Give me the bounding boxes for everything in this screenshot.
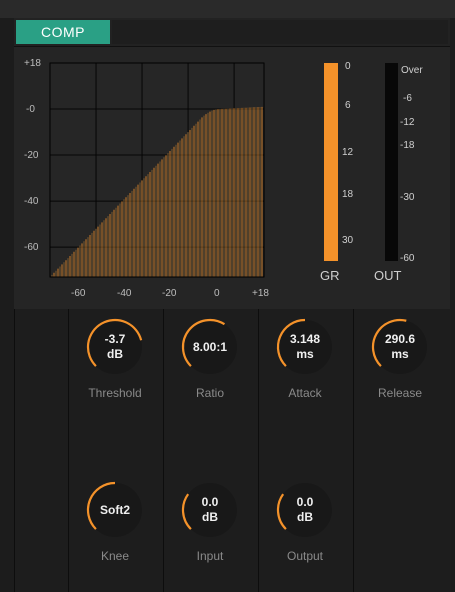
out-scale-minus6: -6 (403, 93, 412, 104)
out-scale-minus18: -18 (400, 140, 415, 151)
attack-knob[interactable]: 3.148 ms (275, 317, 335, 377)
output-value-unit: dB (297, 510, 313, 524)
ratio-knob[interactable]: 8.00:1 (180, 317, 240, 377)
knee-value: Soft2 (85, 480, 145, 540)
y-label-0: -0 (26, 104, 35, 115)
ratio-value-number: 8.00:1 (192, 339, 228, 354)
output-label: Output (286, 549, 324, 563)
input-knob[interactable]: 0.0 dB (180, 480, 240, 540)
release-label: Release (377, 386, 423, 400)
output-knob[interactable]: 0.0 dB (275, 480, 335, 540)
release-value: 290.6 ms (370, 317, 430, 377)
output-value-number: 0.0 (296, 495, 314, 509)
attack-value-unit: ms (296, 347, 314, 361)
release-value-number: 290.6 (384, 332, 416, 346)
gr-meter-label: GR (320, 268, 340, 283)
ratio-value: 8.00:1 (180, 317, 240, 377)
tab-bar-empty (112, 20, 448, 44)
x-label-0: 0 (214, 288, 220, 299)
gr-scale-6: 6 (345, 100, 351, 111)
attack-value: 3.148 ms (275, 317, 335, 377)
attack-value-number: 3.148 (289, 332, 321, 346)
tab-bar: COMP (14, 18, 450, 47)
out-scale-minus30: -30 (400, 192, 415, 203)
x-label-minus40: -40 (117, 288, 132, 299)
out-meter-bar (385, 63, 398, 261)
y-label-plus18: +18 (24, 58, 41, 69)
knee-value-number: Soft2 (100, 502, 130, 517)
knee-label: Knee (100, 549, 130, 563)
y-label-minus40: -40 (24, 196, 39, 207)
y-label-minus60: -60 (24, 242, 39, 253)
threshold-knob[interactable]: -3.7 dB (85, 317, 145, 377)
input-value: 0.0 dB (180, 480, 240, 540)
out-scale-minus60: -60 (400, 253, 415, 264)
gr-scale-12: 12 (342, 147, 354, 158)
out-scale-minus12: -12 (400, 117, 415, 128)
threshold-label: Threshold (88, 386, 142, 400)
attack-label: Attack (288, 386, 322, 400)
knob-column-blank (14, 309, 69, 592)
x-label-plus18: +18 (252, 288, 269, 299)
tab-comp[interactable]: COMP (16, 20, 110, 44)
x-label-minus60: -60 (71, 288, 86, 299)
x-label-minus20: -20 (162, 288, 177, 299)
ratio-label: Ratio (195, 386, 224, 400)
threshold-value-number: -3.7 (104, 332, 126, 346)
release-value-unit: ms (391, 347, 409, 361)
input-value-number: 0.0 (201, 495, 219, 509)
transfer-curve-graph: +18 -0 -20 -40 -60 -60 -40 -20 0 +18 0 6… (24, 58, 423, 299)
gr-scale-18: 18 (342, 189, 354, 200)
gr-meter-bar (324, 63, 338, 261)
input-value-unit: dB (202, 510, 218, 524)
out-scale-over: Over (401, 65, 423, 76)
release-knob[interactable]: 290.6 ms (370, 317, 430, 377)
knee-knob[interactable]: Soft2 (85, 480, 145, 540)
output-value: 0.0 dB (275, 480, 335, 540)
threshold-value-unit: dB (107, 347, 123, 361)
input-label: Input (196, 549, 224, 563)
top-strip (0, 0, 455, 18)
out-meter-label: OUT (374, 268, 402, 283)
gr-scale-0: 0 (345, 61, 351, 72)
y-label-minus20: -20 (24, 150, 39, 161)
gr-scale-30: 30 (342, 235, 354, 246)
threshold-value: -3.7 dB (85, 317, 145, 377)
